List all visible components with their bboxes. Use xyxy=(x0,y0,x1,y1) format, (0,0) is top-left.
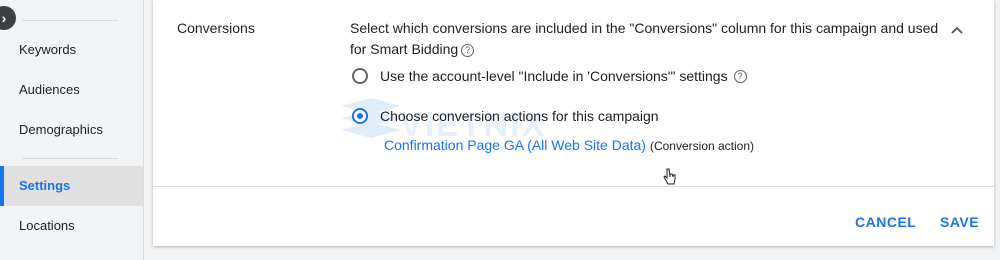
radio-selected[interactable] xyxy=(352,108,368,124)
sidebar-divider xyxy=(22,158,118,159)
sidebar-item-audiences[interactable]: Audiences xyxy=(0,70,143,110)
description-text: Select which conversions are included in… xyxy=(350,20,939,57)
hand-cursor-icon xyxy=(663,168,676,185)
sidebar-item-settings[interactable]: Settings xyxy=(0,166,143,206)
selected-conversion-action: Confirmation Page GA (All Web Site Data)… xyxy=(384,137,754,153)
conversion-action-link[interactable]: Confirmation Page GA (All Web Site Data) xyxy=(384,137,646,153)
help-icon[interactable]: ? xyxy=(461,44,475,57)
option-label: Use the account-level "Include in 'Conve… xyxy=(380,68,728,84)
radio-unselected[interactable] xyxy=(352,68,368,84)
sidebar-item-locations[interactable]: Locations xyxy=(0,206,143,246)
conversion-action-type: (Conversion action) xyxy=(649,139,755,153)
sidebar-item-demographics[interactable]: Demographics xyxy=(0,110,143,150)
cancel-button[interactable]: CANCEL xyxy=(855,214,916,230)
chevron-right-icon[interactable]: › xyxy=(0,6,16,30)
chevron-up-icon[interactable] xyxy=(947,20,967,40)
save-button[interactable]: SAVE xyxy=(940,214,979,230)
option-label: Choose conversion actions for this campa… xyxy=(380,108,659,124)
campaign-actions-option[interactable]: Choose conversion actions for this campa… xyxy=(352,105,659,127)
sidebar-nav: › Keywords Audiences Demographics Settin… xyxy=(0,0,144,260)
help-icon[interactable]: ? xyxy=(733,69,747,83)
conversions-settings-card: Conversions Select which conversions are… xyxy=(153,0,994,246)
card-divider xyxy=(153,186,994,187)
conversions-description: Select which conversions are included in… xyxy=(350,18,950,60)
sidebar-divider xyxy=(22,20,118,21)
section-title: Conversions xyxy=(177,20,255,36)
account-level-option[interactable]: Use the account-level "Include in 'Conve… xyxy=(352,65,747,87)
sidebar-item-keywords[interactable]: Keywords xyxy=(0,30,143,70)
